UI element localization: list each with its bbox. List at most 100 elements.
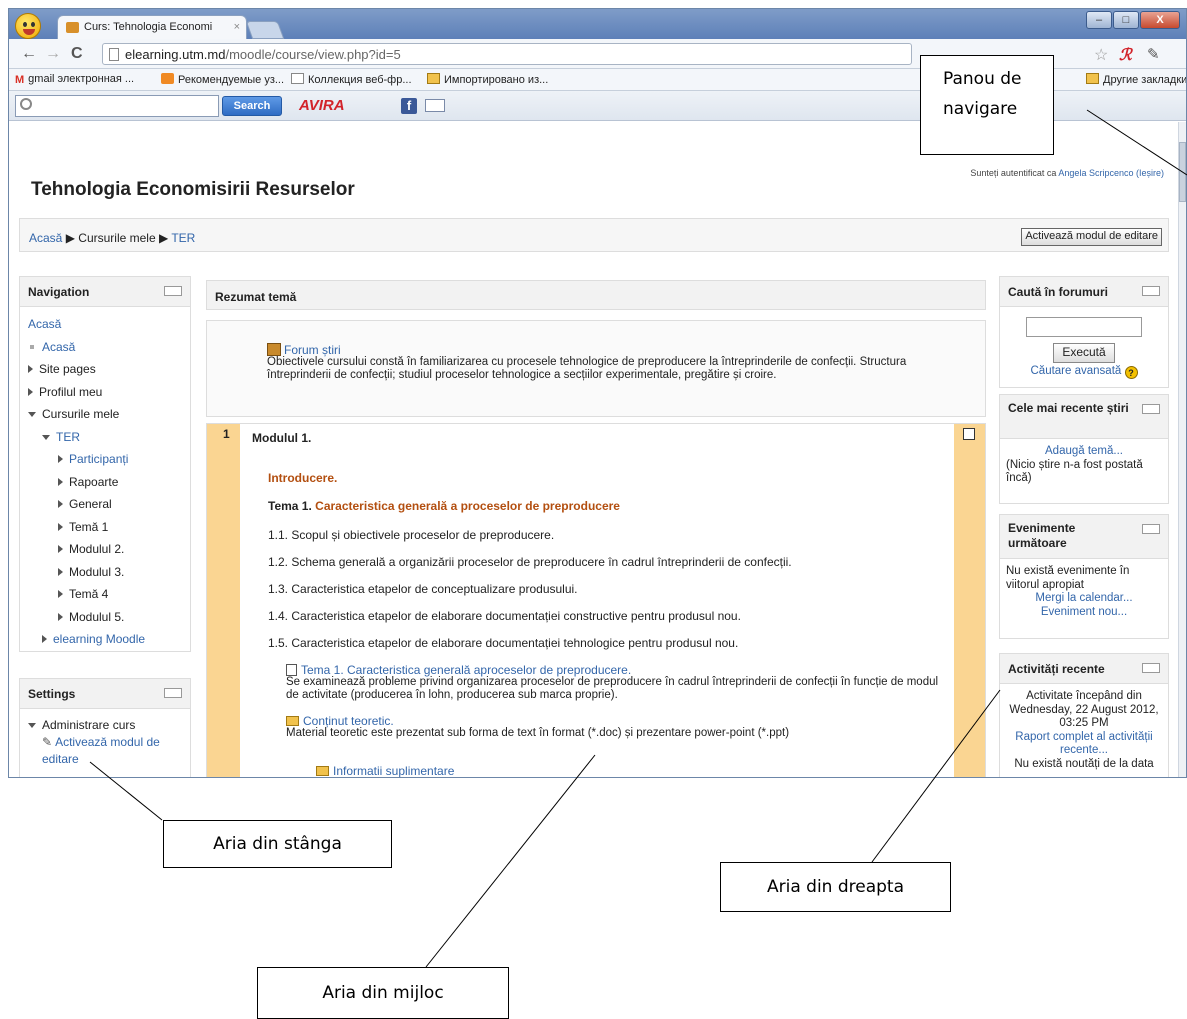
events-empty-text: Nu există evenimente în viitorul apropia… [1006, 565, 1130, 591]
news-block: Cele mai recente știri Adaugă temă... (N… [999, 394, 1169, 504]
add-topic-link[interactable]: Adaugă temă... [1045, 445, 1123, 457]
expand-icon[interactable] [58, 500, 63, 508]
forum-search-input[interactable] [1026, 317, 1142, 337]
browser-tab[interactable]: Curs: Tehnologia Economi × [57, 15, 247, 39]
forum-news-link[interactable]: Forum știri [267, 343, 341, 357]
nav-home-top[interactable]: Acasă [28, 317, 61, 331]
reload-icon[interactable]: C [71, 45, 83, 63]
resource-link[interactable]: Tema 1. Caracteristica generală aprocese… [286, 663, 631, 677]
folder-icon [427, 73, 440, 84]
expand-icon[interactable] [42, 635, 47, 643]
nav-site-pages[interactable]: Site pages [39, 362, 96, 376]
url-path: /moodle/course/view.php?id=5 [225, 47, 401, 62]
nav-item-modul2[interactable]: Modulul 2. [69, 542, 124, 556]
mail-icon[interactable] [425, 99, 445, 112]
settings-edit-mode[interactable]: Activează modul de editare [42, 735, 160, 766]
nav-item-reports[interactable]: Rapoarte [69, 475, 118, 489]
edit-mode-button[interactable]: Activează modul de editare [1021, 228, 1162, 246]
address-bar[interactable]: elearning.utm.md/moodle/course/view.php?… [102, 43, 912, 65]
minimize-button[interactable]: – [1086, 11, 1112, 29]
block-title: Caută în forumuri [1008, 285, 1109, 299]
intro-heading: Introducere. [268, 471, 338, 485]
avira-logo[interactable]: AVIRA [299, 97, 345, 114]
topic-title: Caracteristica generală a proceselor de … [315, 499, 620, 513]
nav-my-courses[interactable]: Cursurile mele [42, 407, 119, 421]
block-header: Cele mai recente știri [1000, 395, 1168, 439]
section-checkbox[interactable] [963, 428, 975, 440]
extra-folder-link[interactable]: Informatii suplimentare [316, 764, 454, 777]
bookmark-imported[interactable]: Импортировано из... [427, 73, 548, 86]
tab-title: Curs: Tehnologia Economi [84, 21, 213, 33]
vertical-scrollbar[interactable] [1178, 122, 1186, 777]
bookmark-collection[interactable]: Коллекция веб-фр... [291, 73, 412, 86]
user-link[interactable]: Angela Scripcenco [1058, 168, 1133, 178]
smiley-icon [15, 13, 41, 39]
dock-icon[interactable] [164, 688, 182, 698]
expand-icon[interactable] [58, 612, 63, 621]
nav-profile[interactable]: Profilul meu [39, 385, 102, 399]
advanced-search-link[interactable]: Căutare avansată [1031, 365, 1122, 377]
logout-link[interactable]: (Ieșire) [1136, 168, 1164, 178]
expand-icon[interactable] [58, 455, 63, 463]
block-header: Activități recente [1000, 654, 1168, 684]
avira-search-button[interactable]: Search [222, 96, 282, 116]
bookmark-gmail[interactable]: Mgmail электронная ... [15, 73, 134, 86]
scroll-thumb[interactable] [1179, 142, 1186, 202]
wrench-icon[interactable]: ✎ [1147, 45, 1160, 63]
bookmark-other[interactable]: Другие закладки [1086, 73, 1186, 86]
nav-item-participants[interactable]: Participanți [69, 452, 128, 466]
activity-none-text: Nu există noutăți de la data [1014, 757, 1154, 770]
expand-icon[interactable] [28, 365, 33, 373]
new-tab-button[interactable] [245, 21, 285, 39]
nav-item-general[interactable]: General [69, 497, 112, 511]
nav-item-modul5[interactable]: Modulul 5. [69, 610, 124, 624]
avira-search-input[interactable] [15, 95, 219, 117]
expand-icon[interactable] [58, 590, 63, 598]
forward-icon[interactable]: → [45, 45, 61, 63]
settings-block: Settings Administrare curs ✎ Activează mo… [19, 678, 191, 777]
expand-icon[interactable] [28, 387, 33, 396]
breadcrumb-course[interactable]: TER [171, 231, 195, 245]
help-icon[interactable]: ? [1124, 365, 1138, 379]
expand-icon[interactable] [58, 545, 63, 553]
new-event-link[interactable]: Eveniment nou... [1041, 606, 1127, 618]
navigation-tree: Acasă Acasă Site pages Profilul meu Curs… [20, 307, 190, 657]
nav-item-modul3[interactable]: Modulul 3. [69, 565, 124, 579]
facebook-icon[interactable]: f [401, 98, 417, 114]
back-icon[interactable]: ← [21, 45, 37, 63]
dock-icon[interactable] [1142, 663, 1160, 673]
folder-link[interactable]: Conținut teoretic. [286, 714, 394, 728]
collapse-icon[interactable] [28, 723, 36, 728]
dock-icon[interactable] [164, 286, 182, 296]
full-report-link[interactable]: Raport complet al activității recente... [1015, 731, 1152, 757]
expand-icon[interactable] [58, 477, 63, 486]
close-button[interactable]: X [1140, 11, 1180, 29]
expand-icon[interactable] [58, 522, 63, 531]
title-bar: Curs: Tehnologia Economi × – □ X [9, 9, 1186, 39]
calendar-link[interactable]: Mergi la calendar... [1035, 592, 1132, 604]
tab-close-icon[interactable]: × [234, 21, 240, 33]
block-header: Settings [20, 679, 190, 709]
dock-icon[interactable] [1142, 404, 1160, 414]
nav-home[interactable]: Acasă [42, 340, 75, 354]
collapse-icon[interactable] [42, 434, 50, 440]
expand-icon[interactable] [58, 567, 63, 576]
breadcrumb-mycourses[interactable]: Cursurile mele [78, 231, 155, 245]
execute-button[interactable]: Execută [1053, 343, 1115, 363]
nav-course[interactable]: TER [56, 430, 80, 444]
section-number: 1 [223, 427, 230, 441]
breadcrumb-home[interactable]: Acasă [29, 231, 62, 245]
collapse-icon[interactable] [28, 412, 36, 417]
dock-icon[interactable] [1142, 524, 1160, 534]
nav-elearning[interactable]: elearning Moodle [53, 632, 145, 646]
nav-item-tema4[interactable]: Temă 4 [69, 587, 108, 601]
bookmark-recommended[interactable]: Рекомендуемые уз... [161, 73, 284, 86]
dock-icon[interactable] [1142, 286, 1160, 296]
block-header: Caută în forumuri [1000, 277, 1168, 307]
settings-admin[interactable]: Administrare curs [42, 718, 135, 732]
star-icon[interactable]: ☆ [1094, 45, 1108, 65]
nav-item-tema1[interactable]: Temă 1 [69, 520, 108, 534]
maximize-button[interactable]: □ [1113, 11, 1139, 29]
page-icon [109, 48, 119, 61]
avira-icon[interactable]: ℛ [1119, 45, 1132, 65]
